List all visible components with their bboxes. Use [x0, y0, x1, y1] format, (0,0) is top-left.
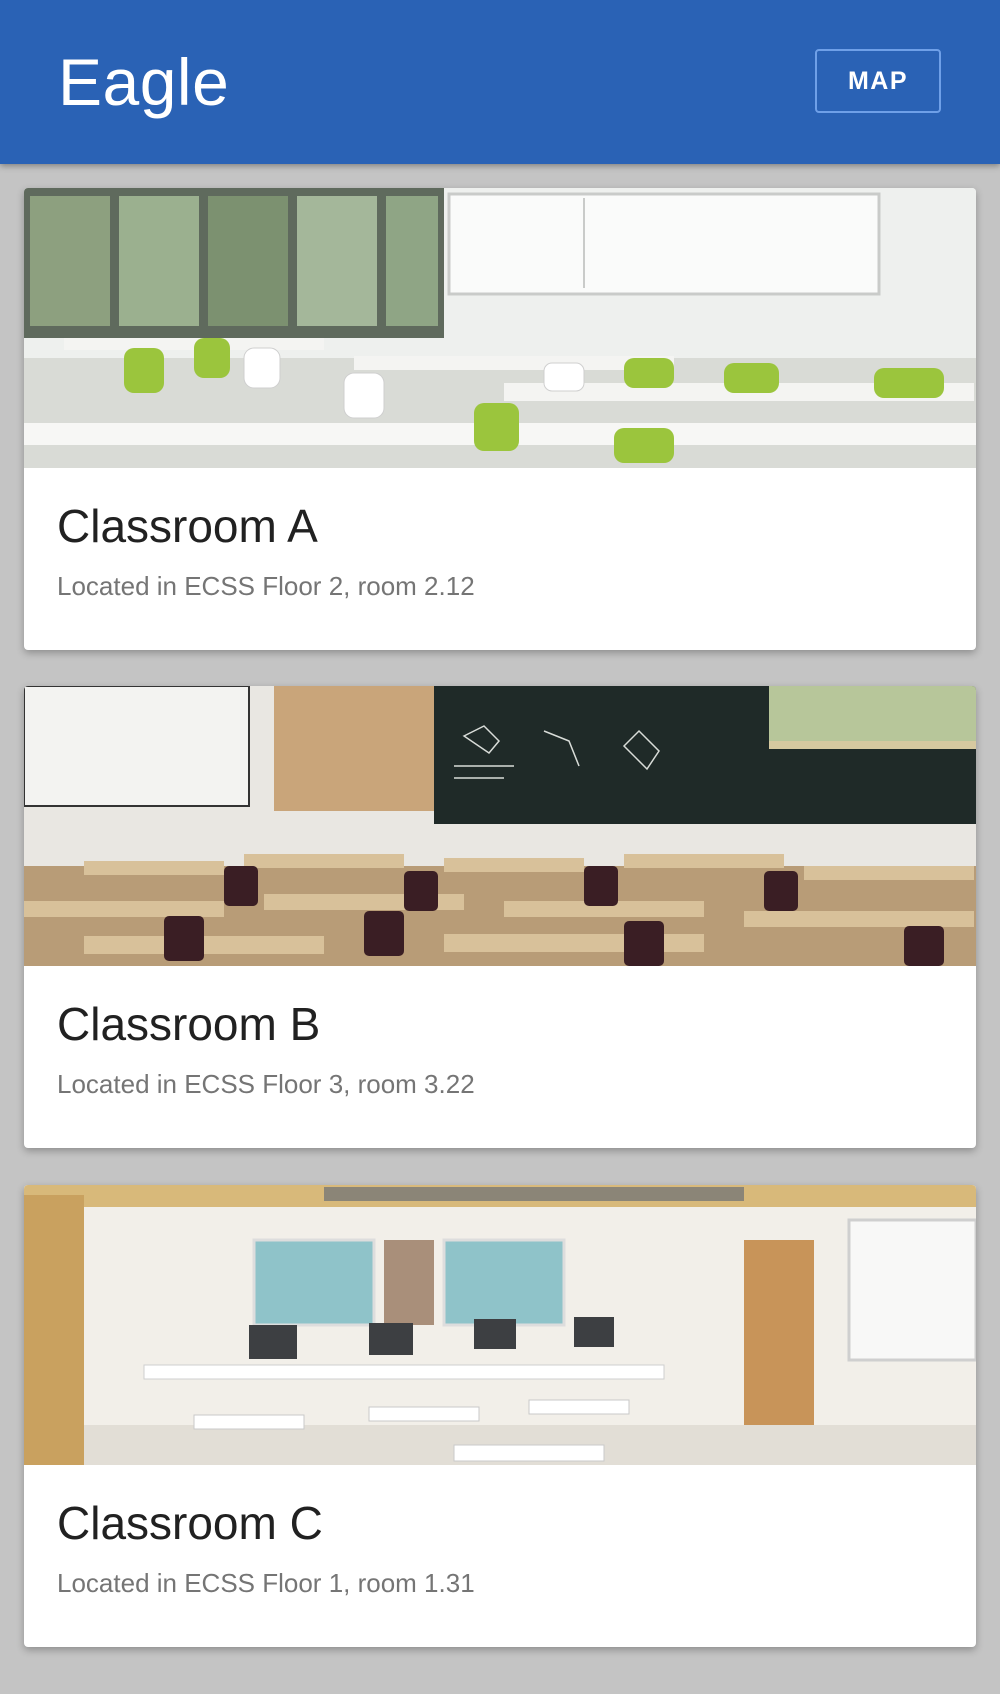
- card-subtitle: Located in ECSS Floor 2, room 2.12: [57, 571, 475, 601]
- card-title: Classroom B: [57, 998, 321, 1050]
- card-title: Classroom A: [57, 500, 318, 552]
- card-subtitle: Located in ECSS Floor 3, room 3.22: [57, 1069, 475, 1099]
- classroom-card-b[interactable]: Classroom B Located in ECSS Floor 3, roo…: [24, 686, 976, 1148]
- card-title: Classroom C: [57, 1497, 323, 1549]
- classroom-card-a[interactable]: Classroom A Located in ECSS Floor 2, roo…: [24, 188, 976, 650]
- classroom-card-c[interactable]: Classroom C Located in ECSS Floor 1, roo…: [24, 1185, 976, 1647]
- app-bar: Eagle MAP: [0, 0, 1000, 164]
- map-button[interactable]: MAP: [815, 49, 941, 113]
- app-title: Eagle: [58, 45, 230, 119]
- classroom-c-image: [24, 1185, 976, 1465]
- classroom-a-image: [24, 188, 976, 468]
- card-subtitle: Located in ECSS Floor 1, room 1.31: [57, 1568, 475, 1598]
- classroom-b-image: [24, 686, 976, 966]
